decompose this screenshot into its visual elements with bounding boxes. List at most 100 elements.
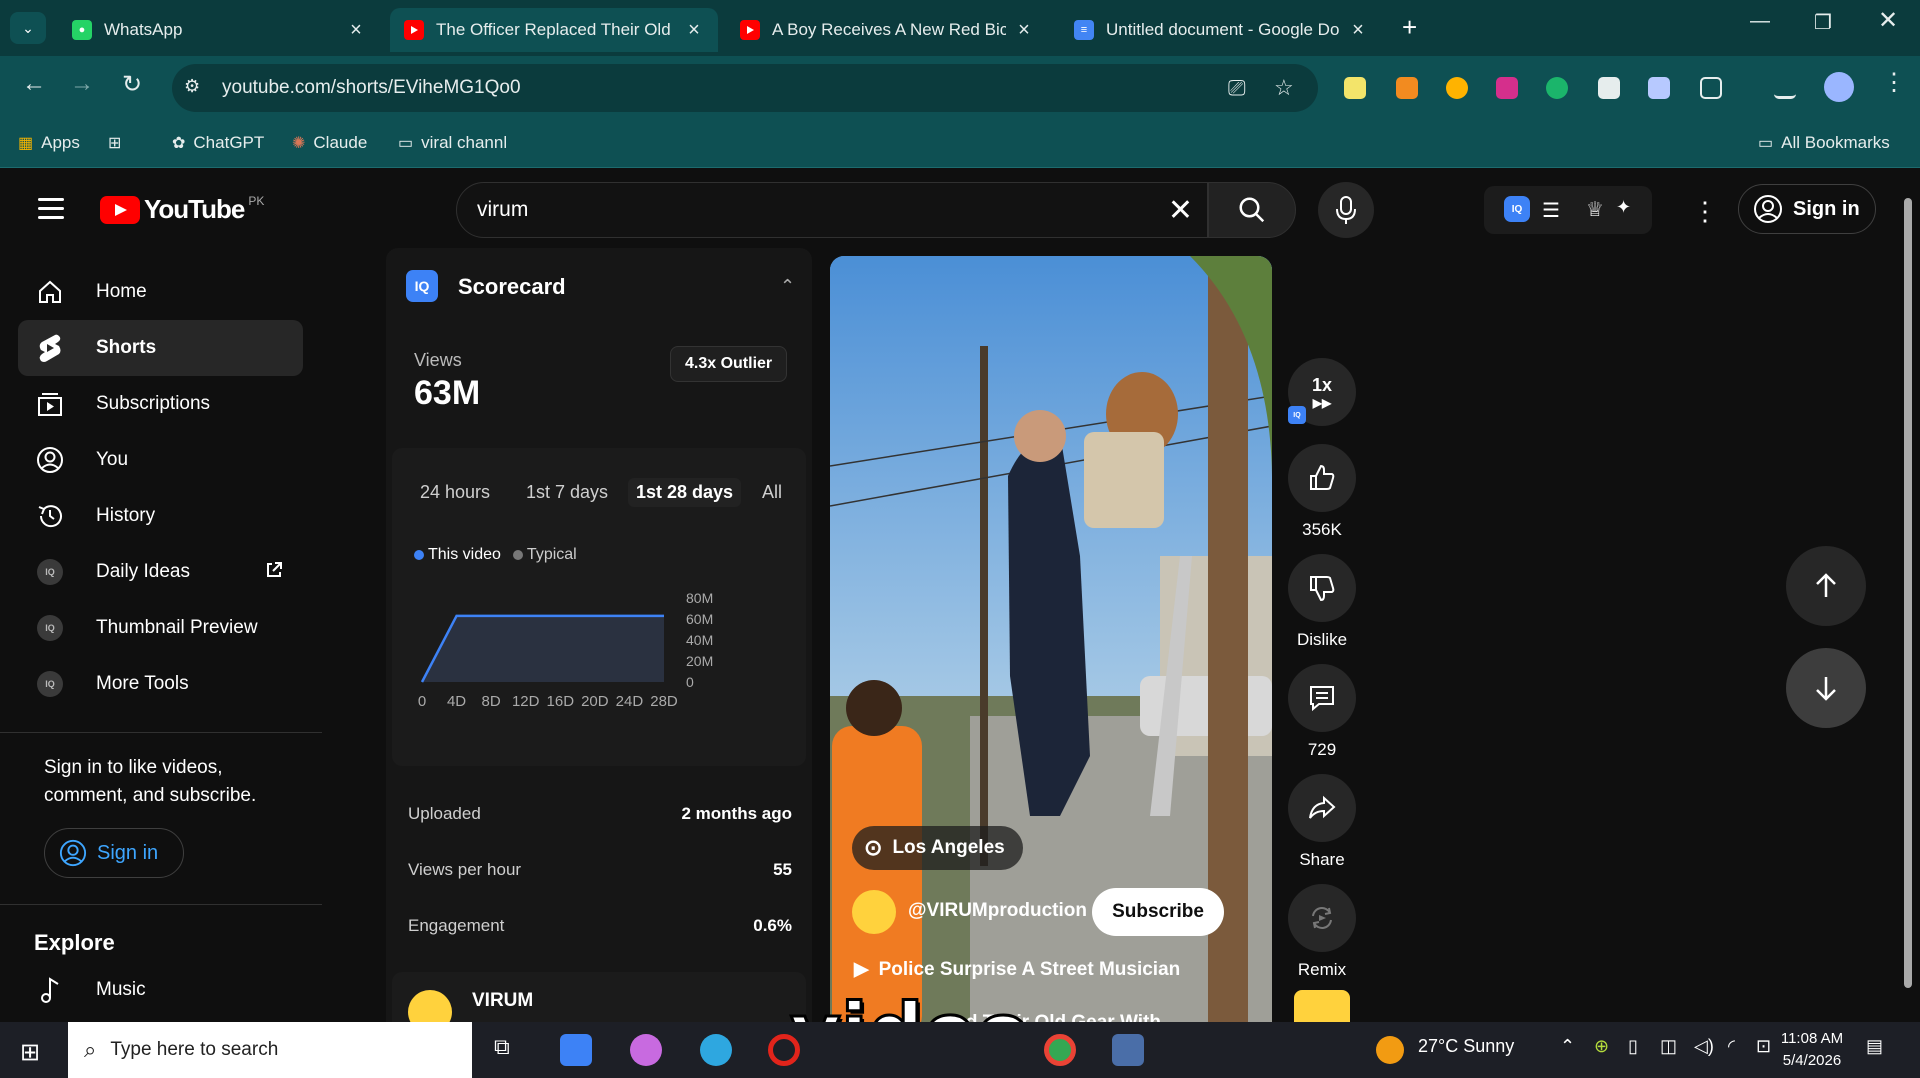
close-tab-icon[interactable]: × [346,19,366,42]
task-view-icon[interactable]: ⧉ [494,1034,526,1066]
bookmark-claude[interactable]: ✺ Claude [292,133,367,153]
previous-video-button[interactable] [1786,546,1866,626]
reload-button[interactable]: ↻ [122,70,142,99]
sign-in-button[interactable]: Sign in [1738,184,1876,234]
tab-active-short[interactable]: The Officer Replaced Their Old × [390,8,718,52]
extension-notes-icon[interactable] [1344,77,1366,99]
close-window-button[interactable]: ✕ [1878,6,1898,35]
sidebar-item-you[interactable]: You [18,432,303,488]
menu-icon[interactable] [38,198,64,225]
volume-icon[interactable]: ◁) [1694,1036,1714,1057]
sidebar-sign-in-button[interactable]: Sign in [44,828,184,878]
search-input[interactable]: virum ✕ [456,182,1208,238]
install-app-icon[interactable]: ⎚ [1228,75,1246,101]
sparkle-icon[interactable]: ✦ [1616,197,1631,218]
sidebar-item-history[interactable]: History [18,488,303,544]
tab-red-bicycle[interactable]: A Boy Receives A New Red Bicy × [726,8,1048,52]
channel-name[interactable]: VIRUM [472,990,533,1012]
voice-search-button[interactable] [1318,182,1374,238]
extension-orange-icon[interactable] [1396,77,1418,99]
sidebar-item-home[interactable]: Home [18,264,303,320]
timeframe-7-days[interactable]: 1st 7 days [526,482,608,503]
trophy-icon[interactable]: ♕ [1586,197,1604,222]
sidebar-item-subscriptions[interactable]: Subscriptions [18,376,303,432]
bookmark-star-icon[interactable]: ☆ [1274,75,1294,101]
playback-speed-button[interactable]: 1x ▶▶ IQ [1288,358,1356,426]
timeframe-28-days[interactable]: 1st 28 days [628,478,742,507]
tab-google-docs[interactable]: ≡ Untitled document - Google Do × [1060,8,1382,52]
sidebar-item-more-tools[interactable]: IQ More Tools [18,656,303,712]
weather-text[interactable]: 27°C Sunny [1418,1036,1514,1057]
sidebar-item-thumbnail-preview[interactable]: IQ Thumbnail Preview [18,600,303,656]
close-tab-icon[interactable]: × [1348,19,1368,42]
extensions-puzzle-icon[interactable] [1700,77,1722,99]
bookmark-tab-groups[interactable]: ⊞ [108,133,129,153]
settings-kebab-icon[interactable]: ⋮ [1692,196,1718,227]
share-button[interactable]: Share [1288,774,1356,870]
sound-thumbnail[interactable] [1294,990,1350,1022]
control-panel-icon[interactable] [1112,1034,1144,1066]
windows-start-icon[interactable]: ⊞ [20,1038,40,1067]
youtube-logo[interactable]: YouTube PK [100,194,264,225]
close-tab-icon[interactable]: × [684,19,704,42]
playlist-link[interactable]: ▶ Police Surprise A Street Musician [854,958,1180,981]
tab-whatsapp[interactable]: ● WhatsApp × [58,8,380,52]
dislike-button[interactable]: Dislike [1288,554,1356,650]
wifi-icon[interactable]: ◜ [1728,1036,1735,1057]
extension-shield-icon[interactable] [1496,77,1518,99]
collapse-chevron-icon[interactable]: ⌃ [780,276,795,297]
bookmark-folder-viral[interactable]: ▭ viral channl [398,133,507,153]
copilot-icon[interactable] [630,1034,662,1066]
list-icon[interactable]: ☰ [1542,198,1560,223]
sidebar-item-shorts[interactable]: Shorts [18,320,303,376]
search-button[interactable] [1208,182,1296,238]
meet-icon[interactable]: ◫ [1660,1036,1677,1057]
forward-button[interactable]: → [70,70,94,98]
sidebar-item-daily-ideas[interactable]: IQ Daily Ideas [18,544,303,600]
vidiq-icon[interactable]: IQ [1504,196,1530,222]
like-button[interactable]: 356K [1288,444,1356,540]
remix-button[interactable]: Remix [1288,884,1356,980]
extension-grammar-icon[interactable] [1546,77,1568,99]
next-video-button[interactable] [1786,648,1866,728]
chrome-icon[interactable] [1044,1034,1076,1066]
extension-moon-icon[interactable] [1446,77,1468,99]
scrollbar-thumb[interactable] [1904,198,1912,988]
bookmark-chatgpt[interactable]: ✿ ChatGPT [172,133,264,153]
minimize-button[interactable]: — [1750,10,1770,33]
new-tab-button[interactable]: + [1402,12,1417,43]
channel-handle[interactable]: @VIRUMproduction [908,900,1087,922]
tray-app-icon[interactable]: ⊕ [1594,1036,1609,1057]
notifications-icon[interactable]: ▤ [1866,1036,1883,1057]
taskbar-clock[interactable]: 11:08 AM 5/4/2026 [1764,1028,1860,1072]
site-info-icon[interactable]: ⚙ [184,76,208,100]
timeframe-all[interactable]: All [762,482,782,503]
extension-download-icon[interactable] [1598,77,1620,99]
extension-screen-icon[interactable] [1648,77,1670,99]
all-bookmarks[interactable]: ▭ All Bookmarks [1758,133,1890,153]
back-button[interactable]: ← [22,70,46,98]
tab-search-button[interactable]: ⌄ [10,12,46,44]
bookmark-apps[interactable]: ▦ Apps [18,133,80,153]
opera-icon[interactable] [768,1034,800,1066]
page-scrollbar[interactable] [1902,182,1914,1022]
sidebar-item-music[interactable]: Music [18,962,303,1018]
microsoft-store-icon[interactable] [560,1034,592,1066]
profile-avatar[interactable] [1824,72,1854,102]
media-control-icon[interactable] [1774,77,1796,99]
location-chip[interactable]: ⊙ Los Angeles [852,826,1023,870]
shorts-video-player[interactable]: ⊙ Los Angeles @VIRUMproduction Subscribe… [830,256,1272,1036]
restore-button[interactable]: ❐ [1814,10,1832,35]
comments-button[interactable]: 729 [1288,664,1356,760]
clear-search-icon[interactable]: ✕ [1168,193,1193,228]
address-bar[interactable]: ⚙ youtube.com/shorts/EViheMG1Qo0 ⎚ ☆ [172,64,1318,112]
close-tab-icon[interactable]: × [1014,19,1034,42]
channel-avatar[interactable] [852,890,896,934]
tray-device-icon[interactable]: ▯ [1628,1036,1638,1057]
tray-chevron-icon[interactable]: ⌃ [1560,1036,1575,1057]
timeframe-24-hours[interactable]: 24 hours [420,482,490,503]
subscribe-button[interactable]: Subscribe [1092,888,1224,936]
browser-menu-icon[interactable]: ⋮ [1882,68,1906,97]
taskbar-search-input[interactable]: ⌕ Type here to search [68,1022,472,1078]
edge-icon[interactable] [700,1034,732,1066]
